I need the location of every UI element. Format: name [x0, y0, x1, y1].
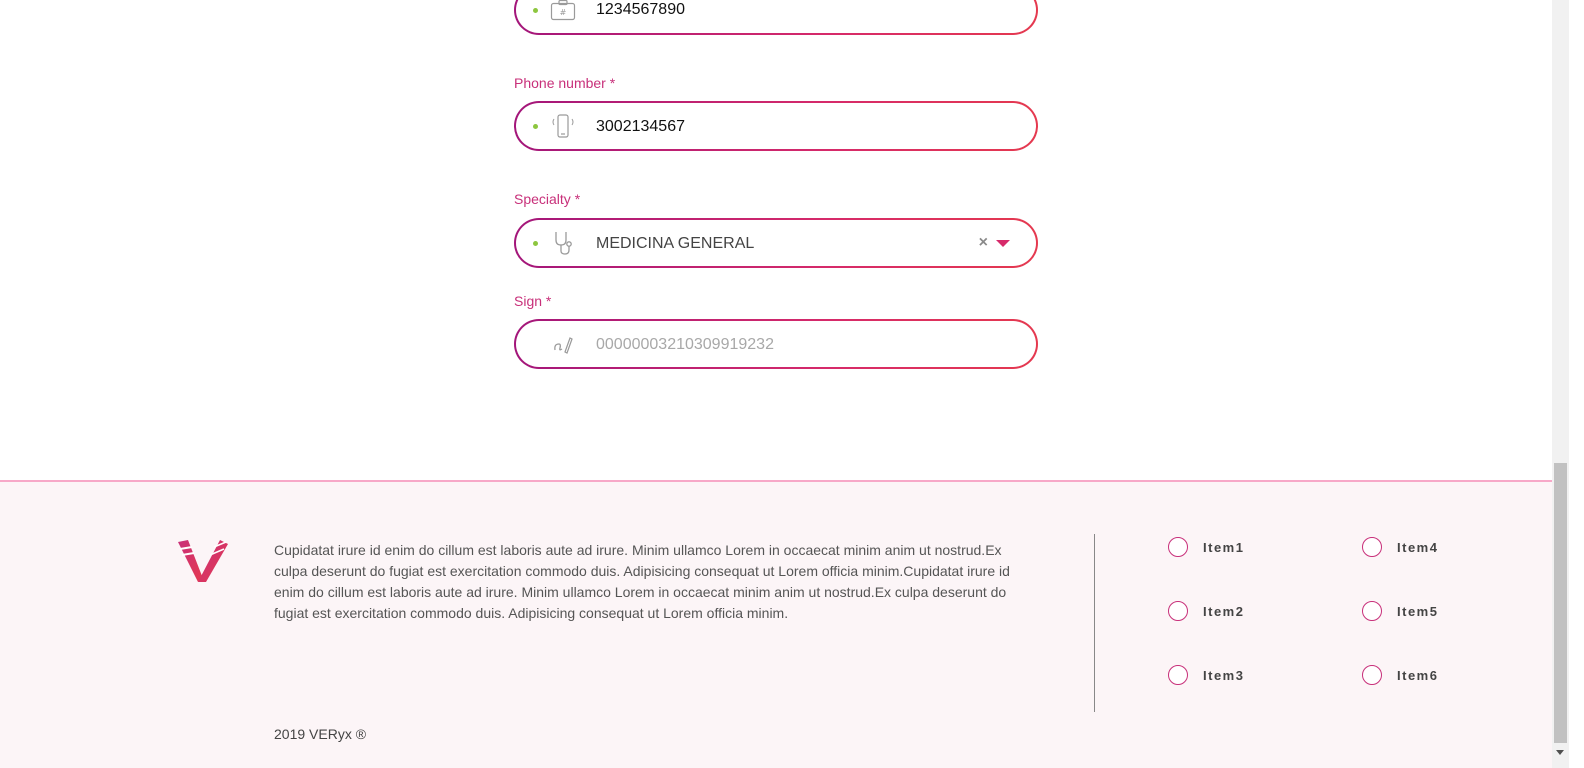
specialty-label: Specialty *: [514, 191, 581, 207]
specialty-select[interactable]: MEDICINA GENERAL ×: [514, 218, 1038, 268]
radio-circle-icon[interactable]: [1362, 665, 1382, 685]
footer-item-5[interactable]: Item5: [1362, 601, 1438, 621]
radio-circle-icon[interactable]: [1168, 537, 1188, 557]
footer-item-3[interactable]: Item3: [1168, 665, 1244, 685]
radio-circle-icon[interactable]: [1362, 537, 1382, 557]
veryx-logo: [178, 540, 228, 582]
valid-indicator: [533, 241, 538, 246]
radio-circle-icon[interactable]: [1168, 601, 1188, 621]
footer-item-2[interactable]: Item2: [1168, 601, 1244, 621]
footer-item-1[interactable]: Item1: [1168, 537, 1244, 557]
sign-input[interactable]: 0000000321030991923​2: [596, 336, 774, 354]
page: # 1234567890 Phone number * 3002134567 S…: [0, 0, 1584, 768]
vertical-scrollbar[interactable]: [1552, 0, 1569, 768]
footer-item-label: Item5: [1397, 603, 1439, 619]
svg-text:#: #: [560, 8, 567, 17]
footer-description: Cupidatat irure id enim do cillum est la…: [274, 542, 1010, 621]
stethoscope-icon: [549, 229, 577, 257]
radio-circle-icon[interactable]: [1168, 665, 1188, 685]
phone-value[interactable]: 3002134567: [596, 118, 685, 136]
id-number-value[interactable]: 1234567890: [596, 1, 685, 19]
signature-icon: [549, 330, 577, 358]
footer-item-label: Item2: [1203, 603, 1245, 619]
mobile-phone-icon: [549, 112, 577, 140]
clear-icon[interactable]: ×: [979, 234, 988, 252]
scrollbar-thumb[interactable]: [1554, 463, 1567, 743]
copyright-text: 2019 VERyx ®: [274, 726, 367, 742]
footer-item-4[interactable]: Item4: [1362, 537, 1438, 557]
footer-item-label: Item6: [1397, 667, 1439, 683]
chevron-down-icon[interactable]: [996, 240, 1010, 247]
valid-indicator: [533, 124, 538, 129]
footer-item-label: Item3: [1203, 667, 1245, 683]
footer: Cupidatat irure id enim do cillum est la…: [0, 480, 1552, 768]
footer-divider: [1094, 534, 1095, 712]
footer-item-label: Item4: [1397, 539, 1439, 555]
scroll-down-arrow-icon[interactable]: [1556, 750, 1564, 755]
valid-indicator: [533, 8, 538, 13]
id-number-field[interactable]: # 1234567890: [514, 0, 1038, 35]
id-card-icon: #: [549, 0, 577, 24]
sign-label: Sign *: [514, 293, 552, 309]
footer-item-label: Item1: [1203, 539, 1245, 555]
footer-item-6[interactable]: Item6: [1362, 665, 1438, 685]
specialty-value: MEDICINA GENERAL: [596, 235, 755, 252]
phone-field[interactable]: 3002134567: [514, 101, 1038, 151]
radio-circle-icon[interactable]: [1362, 601, 1382, 621]
phone-label: Phone number *: [514, 75, 616, 91]
sign-field[interactable]: 0000000321030991923​2: [514, 319, 1038, 369]
